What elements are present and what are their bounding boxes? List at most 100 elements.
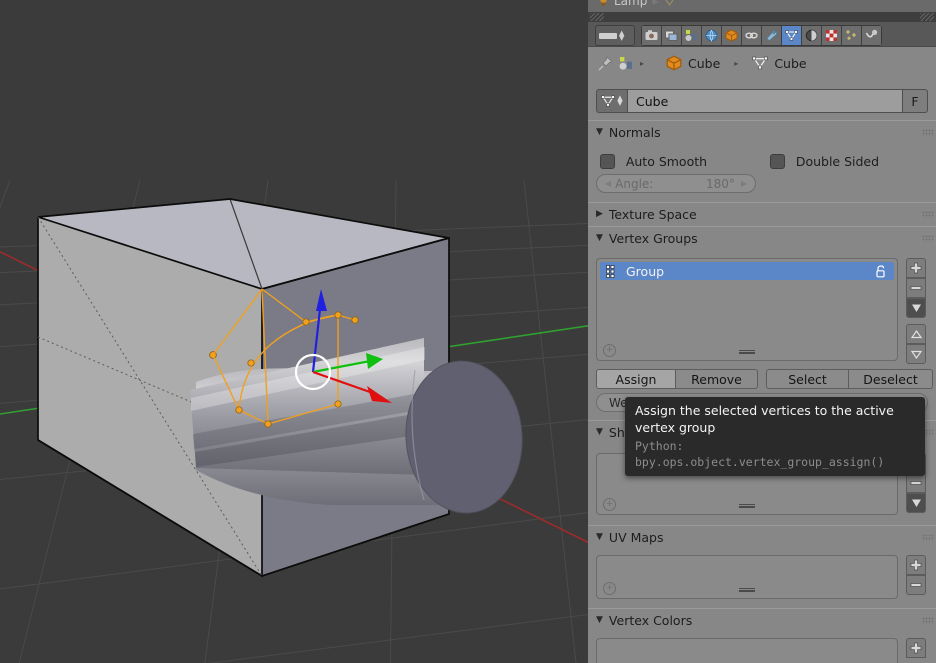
pin-icon[interactable] xyxy=(598,55,613,71)
wrench-icon xyxy=(766,30,777,42)
select-button[interactable]: Select xyxy=(766,369,849,389)
physics-icon xyxy=(865,29,878,38)
scene-icon xyxy=(685,30,697,41)
mesh-name-input[interactable]: Cube xyxy=(628,89,903,113)
chevron-updown-icon: ▲ ▼ xyxy=(617,94,623,107)
remove-button[interactable]: Remove xyxy=(676,369,758,389)
tab-object-data[interactable] xyxy=(782,26,802,45)
panel-drag-dots[interactable] xyxy=(922,235,934,242)
area-corner-handle-right[interactable] xyxy=(920,13,934,21)
properties-editor[interactable]: Lamp ▸ ▲ ▼ ▸ Cube ▸ Cube ▲ ▼ Cube F ▼ No… xyxy=(588,0,936,663)
tab-render[interactable] xyxy=(642,26,662,45)
cube-icon xyxy=(725,29,738,42)
remove-icon xyxy=(910,481,922,485)
vertex-group-list-item[interactable]: Group xyxy=(600,262,894,280)
auto-smooth-row[interactable]: Auto Smooth xyxy=(600,154,707,169)
list-expand-icon[interactable]: + xyxy=(603,498,616,511)
breadcrumb-separator-2: ▸ xyxy=(734,58,739,68)
lamp-icon xyxy=(600,0,607,6)
tooltip: Assign the selected vertices to the acti… xyxy=(625,397,925,476)
uv-maps-list[interactable]: + xyxy=(596,555,898,599)
panel-drag-dots[interactable] xyxy=(922,617,934,624)
vertex-group-move-up-button[interactable] xyxy=(906,324,926,344)
list-resize-grip[interactable] xyxy=(739,504,755,508)
deselect-button[interactable]: Deselect xyxy=(849,369,933,389)
chevron-right-icon[interactable]: ▶ xyxy=(741,179,747,188)
specials-menu-icon xyxy=(911,499,921,507)
triangle-right-icon: ▶ xyxy=(596,209,603,219)
panel-drag-dots[interactable] xyxy=(922,534,934,541)
list-expand-icon[interactable]: + xyxy=(603,344,616,357)
panel-header-uv-maps[interactable]: ▼ UV Maps xyxy=(588,525,936,548)
move-up-icon xyxy=(910,329,922,338)
panel-title-vertex-groups: Vertex Groups xyxy=(608,230,698,246)
chevron-left-icon[interactable]: ◀ xyxy=(605,179,611,188)
3d-viewport[interactable] xyxy=(0,0,588,663)
triangle-down-icon: ▼ xyxy=(596,532,603,542)
panel-drag-dots[interactable] xyxy=(922,129,934,136)
uv-map-add-button[interactable] xyxy=(906,555,926,575)
tab-constraints[interactable] xyxy=(742,26,762,45)
tab-modifiers[interactable] xyxy=(762,26,782,45)
add-icon xyxy=(910,262,922,274)
panel-header-texture-space[interactable]: ▶ Texture Space xyxy=(588,202,936,225)
double-sided-checkbox[interactable] xyxy=(770,154,785,169)
add-icon xyxy=(910,559,922,571)
tab-material[interactable] xyxy=(802,26,822,45)
properties-tab-bar[interactable] xyxy=(641,25,882,46)
shape-key-remove-button[interactable] xyxy=(906,473,926,493)
vertex-group-move-down-button[interactable] xyxy=(906,344,926,364)
tab-particles[interactable] xyxy=(842,26,862,45)
outliner-expand-caret[interactable]: ▸ xyxy=(652,0,658,8)
angle-slider[interactable]: ◀ Angle: 180° ▶ xyxy=(596,174,756,193)
list-resize-grip[interactable] xyxy=(739,350,755,354)
list-expand-icon[interactable]: + xyxy=(603,582,616,595)
editor-type-selector[interactable]: ▲ ▼ xyxy=(595,25,635,46)
tab-texture[interactable] xyxy=(822,26,842,45)
auto-smooth-label: Auto Smooth xyxy=(625,154,708,169)
tooltip-python-expression: Python: bpy.ops.object.vertex_group_assi… xyxy=(635,439,885,469)
panel-header-normals[interactable]: ▼ Normals xyxy=(588,120,936,143)
tab-render-layers[interactable] xyxy=(662,26,682,45)
panel-title-normals: Normals xyxy=(608,124,661,140)
chain-icon xyxy=(745,32,758,39)
list-resize-grip[interactable] xyxy=(739,588,755,592)
vertex-color-add-button[interactable] xyxy=(906,638,926,658)
scene-icon[interactable] xyxy=(619,56,634,71)
tab-world[interactable] xyxy=(702,26,722,45)
uv-map-remove-button[interactable] xyxy=(906,575,926,595)
vertex-group-list[interactable]: Group + xyxy=(596,258,898,361)
vertex-colors-list[interactable] xyxy=(596,638,898,663)
shape-key-specials-button[interactable] xyxy=(906,493,926,513)
area-corner-handle-left[interactable] xyxy=(590,13,604,21)
chevron-updown-icon: ▲ ▼ xyxy=(619,28,625,42)
outliner-row-lamp[interactable]: Lamp ▸ xyxy=(598,0,676,8)
outliner-strip[interactable]: Lamp ▸ xyxy=(588,0,936,12)
vertex-group-icon xyxy=(606,264,615,278)
vertex-group-remove-button[interactable] xyxy=(906,278,926,298)
panel-header-vertex-colors[interactable]: ▼ Vertex Colors xyxy=(588,608,936,631)
panel-drag-dots[interactable] xyxy=(922,211,934,218)
assign-button[interactable]: Assign xyxy=(596,369,676,389)
breadcrumb-object-name: Cube xyxy=(688,55,721,71)
tab-scene[interactable] xyxy=(682,26,702,45)
tab-object[interactable] xyxy=(722,26,742,45)
unlocked-icon[interactable] xyxy=(875,265,887,278)
editor-divider[interactable] xyxy=(588,12,936,22)
vertex-group-specials-button[interactable] xyxy=(906,298,926,318)
vertex-group-add-button[interactable] xyxy=(906,258,926,278)
vertex-group-action-row[interactable]: Assign Remove Select Deselect xyxy=(596,369,933,389)
mesh-datablock-row[interactable]: ▲ ▼ Cube F xyxy=(596,89,928,113)
datablock-browse-button[interactable]: ▲ ▼ xyxy=(596,89,628,113)
auto-smooth-checkbox[interactable] xyxy=(600,154,615,169)
images-icon xyxy=(665,30,678,41)
move-down-icon xyxy=(910,350,922,359)
breadcrumb-data-name: Cube xyxy=(774,55,807,71)
panel-title-vertex-colors: Vertex Colors xyxy=(608,612,693,628)
tab-physics[interactable] xyxy=(862,26,881,45)
panel-header-vertex-groups[interactable]: ▼ Vertex Groups xyxy=(588,226,936,249)
fake-user-button[interactable]: F xyxy=(903,89,928,113)
panel-title-texture-space: Texture Space xyxy=(608,206,697,222)
breadcrumb: ▸ Cube ▸ Cube xyxy=(588,47,936,79)
double-sided-row[interactable]: Double Sided xyxy=(770,154,879,169)
